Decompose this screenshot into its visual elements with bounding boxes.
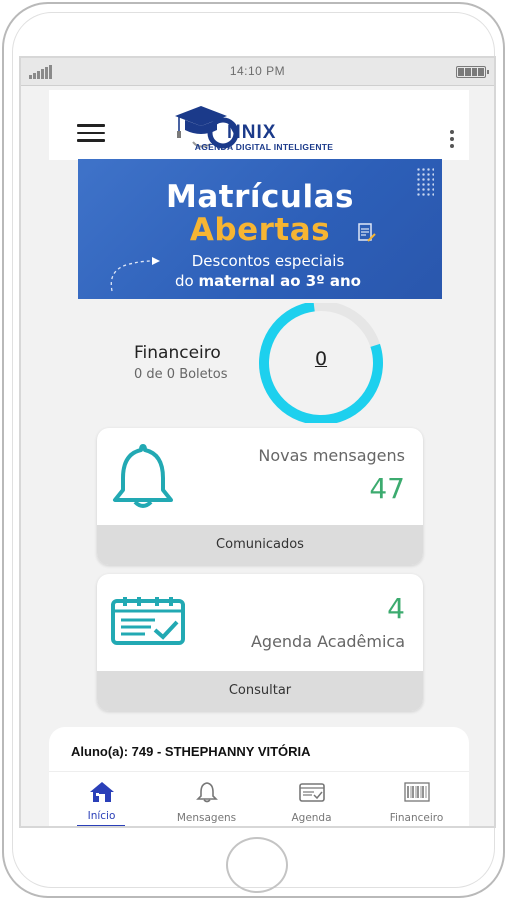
bottom-tab-bar: Início Mensagens Agenda Financeiro: [49, 779, 469, 826]
bell-icon: [113, 444, 173, 508]
agenda-label: Agenda Acadêmica: [250, 632, 405, 651]
app-header: NNIX AGENDA DIGITAL INTELIGENTE: [49, 90, 469, 160]
app-screen: 14:10 PM NNIX AGENDA DIGITAL INTELIGENTE…: [19, 56, 496, 828]
banner-title-line2: Abertas: [189, 212, 331, 248]
tab-financeiro[interactable]: Financeiro: [364, 779, 469, 826]
banner-subtitle-prefix: do: [174, 272, 199, 290]
logo-tagline: AGENDA DIGITAL INTELIGENTE: [194, 142, 334, 152]
active-tab-indicator: [77, 825, 125, 826]
app-logo: NNIX AGENDA DIGITAL INTELIGENTE: [169, 98, 359, 154]
promo-banner[interactable]: Matrículas Abertas Descontos especiais d…: [78, 159, 442, 299]
financeiro-title: Financeiro: [134, 343, 221, 363]
tab-agenda[interactable]: Agenda: [259, 779, 364, 826]
home-button[interactable]: [226, 837, 288, 893]
comunicados-button[interactable]: Comunicados: [97, 525, 423, 565]
banner-subtitle-line2: do maternal ao 3º ano: [118, 272, 418, 290]
agenda-card[interactable]: 4 Agenda Acadêmica Consultar: [97, 574, 423, 711]
battery-icon: [456, 66, 489, 78]
banner-subtitle-line1: Descontos especiais: [191, 252, 345, 270]
bottom-sheet: Aluno(a): 749 - STHEPHANNY VITÓRIA Iníci…: [49, 727, 469, 826]
status-bar: 14:10 PM: [21, 58, 494, 86]
messages-count: 47: [369, 472, 405, 505]
messages-card[interactable]: Novas mensagens 47 Comunicados: [97, 428, 423, 565]
tab-inicio[interactable]: Início: [49, 779, 154, 826]
banner-title-line1: Matrículas: [166, 179, 354, 215]
home-icon: [89, 782, 114, 802]
phone-frame: 14:10 PM NNIX AGENDA DIGITAL INTELIGENTE…: [2, 2, 505, 898]
barcode-icon: [403, 782, 430, 802]
kebab-icon[interactable]: [449, 130, 455, 150]
logo-wordmark: NNIX: [227, 122, 277, 143]
financeiro-value[interactable]: 0: [253, 348, 389, 370]
tab-label: Mensagens: [176, 812, 237, 824]
tab-label: Financeiro: [389, 812, 444, 824]
divider: [49, 771, 469, 772]
status-time: 14:10 PM: [229, 64, 286, 78]
hamburger-icon[interactable]: [77, 124, 105, 142]
bell-icon: [195, 782, 218, 803]
calendar-check-icon: [111, 597, 185, 645]
document-pen-icon: [358, 223, 376, 242]
banner-subtitle-bold: maternal ao 3º ano: [198, 272, 361, 290]
student-label[interactable]: Aluno(a): 749 - STHEPHANNY VITÓRIA: [71, 744, 311, 759]
calendar-icon: [298, 783, 325, 802]
agenda-count: 4: [387, 592, 405, 625]
tab-mensagens[interactable]: Mensagens: [154, 779, 259, 826]
financeiro-subtitle: 0 de 0 Boletos: [134, 367, 228, 382]
consultar-button[interactable]: Consultar: [97, 671, 423, 711]
messages-label: Novas mensagens: [258, 446, 405, 465]
tab-label: Início: [87, 810, 116, 822]
tab-label: Agenda: [291, 812, 332, 824]
